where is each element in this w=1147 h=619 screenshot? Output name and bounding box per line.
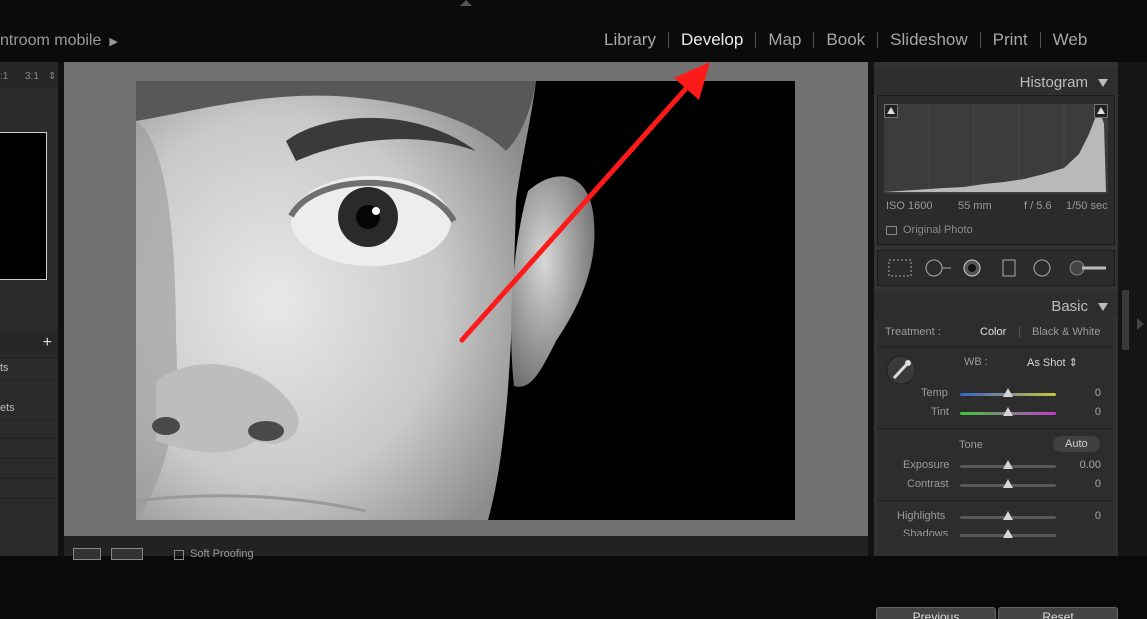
reset-button[interactable]: Reset: [998, 607, 1118, 619]
aperture: f / 5.6: [1024, 200, 1052, 212]
highlights-slider[interactable]: [960, 511, 1056, 520]
basic-title: Basic: [1051, 298, 1088, 315]
iso-value: ISO 1600: [886, 200, 933, 212]
wb-select[interactable]: As Shot ⇕: [1027, 356, 1078, 369]
white-balance-eyedropper-icon[interactable]: [885, 354, 917, 386]
wb-select-arrow-icon: ⇕: [1068, 357, 1078, 369]
temp-slider[interactable]: [960, 388, 1056, 397]
temp-label: Temp: [921, 387, 948, 399]
graduated-filter-icon[interactable]: [1002, 259, 1016, 277]
treatment-label: Treatment :: [885, 326, 941, 338]
contrast-label: Contrast: [907, 478, 949, 490]
highlights-label: Highlights: [897, 510, 946, 522]
exposure-value[interactable]: 0.00: [1077, 459, 1101, 471]
histogram-panel: ISO 1600 55 mm f / 5.6 1/50 sec Original…: [877, 95, 1115, 245]
divider: [1019, 326, 1020, 338]
shadow-clipping-icon[interactable]: [884, 104, 898, 118]
spot-removal-icon[interactable]: [924, 259, 952, 277]
histogram-graph[interactable]: [884, 104, 1108, 194]
exposure-slider[interactable]: [960, 460, 1056, 469]
tone-auto-button[interactable]: Auto: [1053, 436, 1100, 452]
basic-panel: Treatment : Color Black & White WB : As …: [877, 318, 1113, 556]
contrast-slider-thumb[interactable]: [1003, 479, 1013, 488]
highlight-clipping-icon[interactable]: [1094, 104, 1108, 118]
before-after-button[interactable]: [111, 548, 143, 560]
exposure-label: Exposure: [903, 459, 950, 471]
right-panel-scrollbar[interactable]: [1118, 62, 1147, 556]
divider: [877, 428, 1113, 429]
collapse-triangle-icon[interactable]: [1098, 79, 1108, 87]
shutter-speed: 1/50 sec: [1066, 200, 1108, 212]
annotation-arrow-line: [459, 81, 693, 343]
exposure-slider-thumb[interactable]: [1003, 460, 1013, 469]
tint-slider[interactable]: [960, 407, 1056, 416]
radial-filter-icon[interactable]: [1032, 259, 1052, 277]
divider: [877, 346, 1113, 347]
histogram-curve: [884, 104, 1106, 194]
contrast-slider[interactable]: [960, 479, 1056, 488]
basic-header[interactable]: Basic: [874, 290, 1118, 318]
previous-button[interactable]: Previous: [876, 607, 996, 619]
collapse-triangle-icon[interactable]: [1098, 303, 1108, 311]
divider: [877, 500, 1113, 501]
crop-overlay-icon[interactable]: [888, 259, 912, 277]
soft-proofing-checkbox[interactable]: [174, 550, 184, 560]
right-panel-toggle-icon[interactable]: [1137, 318, 1144, 330]
scrollbar-thumb[interactable]: [1122, 290, 1129, 350]
soft-proofing-label: Soft Proofing: [190, 548, 254, 560]
tint-slider-thumb[interactable]: [1003, 407, 1013, 416]
wb-value: As Shot: [1027, 357, 1066, 369]
treatment-bw-option[interactable]: Black & White: [1032, 326, 1100, 338]
temp-slider-thumb[interactable]: [1003, 388, 1013, 397]
original-photo-checkbox[interactable]: [886, 225, 897, 235]
treatment-color-option[interactable]: Color: [980, 326, 1006, 338]
shadows-slider[interactable]: [960, 529, 1056, 538]
original-photo-toggle[interactable]: Original Photo: [886, 224, 973, 236]
original-photo-label: Original Photo: [903, 224, 973, 236]
loupe-view-button[interactable]: [73, 548, 101, 560]
toolbar: Soft Proofing: [64, 536, 868, 560]
tint-value[interactable]: 0: [1077, 406, 1101, 418]
histogram-title: Histogram: [1019, 74, 1088, 91]
tone-label: Tone: [959, 439, 983, 451]
shadows-label: Shadows: [903, 528, 949, 536]
wb-label: WB :: [964, 356, 988, 368]
red-eye-icon[interactable]: [962, 259, 982, 277]
contrast-value[interactable]: 0: [1077, 478, 1101, 490]
right-panel: Histogram ISO 1600 55 mm f / 5.6 1/50 se…: [874, 62, 1118, 619]
shadows-slider-thumb[interactable]: [1003, 529, 1013, 538]
highlights-value[interactable]: 0: [1077, 510, 1101, 522]
adjustment-brush-icon[interactable]: [1068, 259, 1108, 277]
focal-length: 55 mm: [958, 200, 992, 212]
tint-label: Tint: [931, 406, 949, 418]
highlights-slider-thumb[interactable]: [1003, 511, 1013, 520]
tool-strip: [877, 250, 1115, 286]
temp-value[interactable]: 0: [1077, 387, 1101, 399]
histogram-header[interactable]: Histogram: [874, 66, 1118, 94]
